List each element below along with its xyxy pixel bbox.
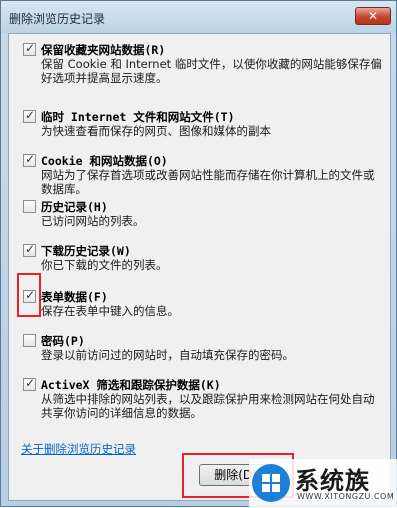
window-title: 删除浏览历史记录	[9, 12, 106, 26]
option-desc: 登录以前访问过的网站时，自动填充保存的密码。	[41, 348, 294, 362]
option-title[interactable]: 临时 Internet 文件和网站文件(T)	[41, 109, 235, 125]
option-desc: 网站为了保存首选项或改善网站性能而存储在你计算机上的文件或数据库。	[41, 168, 375, 196]
option-desc: 保存在表单中键入的信息。	[41, 304, 179, 318]
check-icon: ✓	[25, 41, 36, 55]
option-title[interactable]: 表单数据(F)	[41, 289, 108, 305]
checkbox-passwords[interactable]	[23, 334, 36, 347]
checkbox-activex[interactable]: ✓	[23, 376, 36, 391]
option-title[interactable]: 密码(P)	[41, 333, 85, 349]
option-desc: 你已下载的文件的列表。	[41, 258, 168, 272]
dialog-content: ✓ 保留收藏夹网站数据(R) 保留 Cookie 和 Internet 临时文件…	[8, 33, 391, 501]
checkbox-favorites[interactable]: ✓	[23, 41, 36, 56]
check-icon: ✓	[25, 108, 36, 122]
checkbox-cookies[interactable]: ✓	[23, 152, 36, 167]
option-desc: 为快速查看而保存的网页、图像和媒体的副本	[41, 124, 271, 138]
checkbox-history[interactable]	[23, 200, 36, 213]
checkbox-temp-files[interactable]: ✓	[23, 108, 36, 123]
close-button[interactable]: ✕	[355, 7, 391, 25]
watermark-url: WWW.XITONGZU.COM	[297, 492, 395, 501]
watermark: 系统族 WWW.XITONGZU.COM	[249, 459, 397, 508]
option-title[interactable]: 历史记录(H)	[41, 199, 108, 215]
check-icon: ✓	[25, 242, 36, 256]
about-delete-history-link[interactable]: 关于删除浏览历史记录	[21, 441, 136, 457]
option-desc: 从筛选中排除的网站列表，以及跟踪保护用来检测网站在何处自动共享你访问的详细信息的…	[41, 392, 375, 420]
option-title[interactable]: 下载历史记录(W)	[41, 243, 131, 259]
option-title[interactable]: ActiveX 筛选和跟踪保护数据(K)	[41, 377, 221, 393]
delete-history-dialog: 删除浏览历史记录 ✕ ✓ 保留收藏夹网站数据(R) 保留 Cookie 和 In…	[0, 0, 397, 508]
title-bar: 删除浏览历史记录 ✕	[1, 1, 396, 33]
checkbox-downloads[interactable]: ✓	[23, 242, 36, 257]
watermark-text: 系统族	[295, 467, 370, 495]
option-title[interactable]: Cookie 和网站数据(O)	[41, 153, 168, 169]
option-title[interactable]: 保留收藏夹网站数据(R)	[41, 42, 165, 58]
option-desc: 保留 Cookie 和 Internet 临时文件，以使你收藏的网站能够保存偏好…	[41, 57, 382, 85]
windows-logo-icon	[252, 464, 290, 502]
check-icon: ✓	[25, 152, 36, 166]
highlight-box-form-data	[17, 273, 41, 317]
option-desc: 已访问网站的列表。	[41, 214, 145, 228]
check-icon: ✓	[25, 376, 36, 390]
